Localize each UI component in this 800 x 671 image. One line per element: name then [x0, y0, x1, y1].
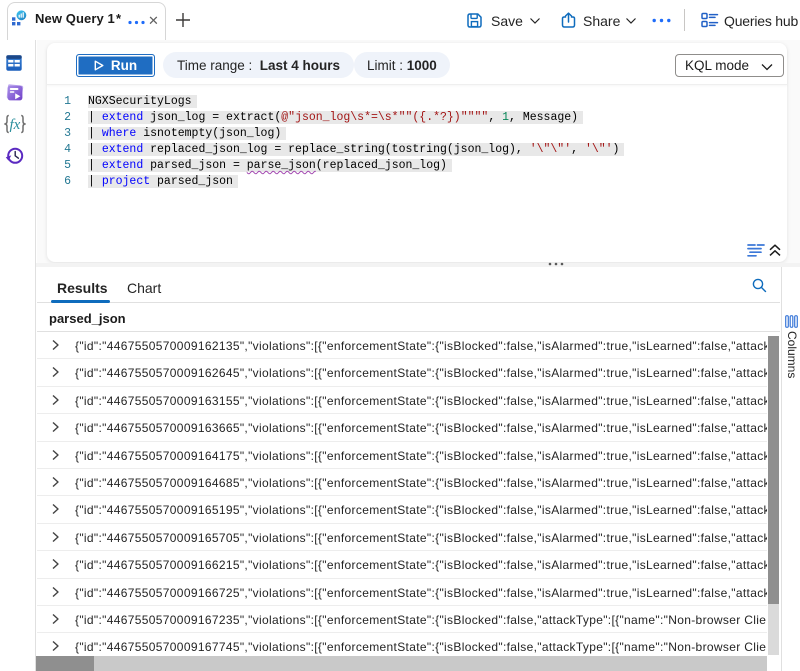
- svg-text:fx: fx: [10, 117, 21, 133]
